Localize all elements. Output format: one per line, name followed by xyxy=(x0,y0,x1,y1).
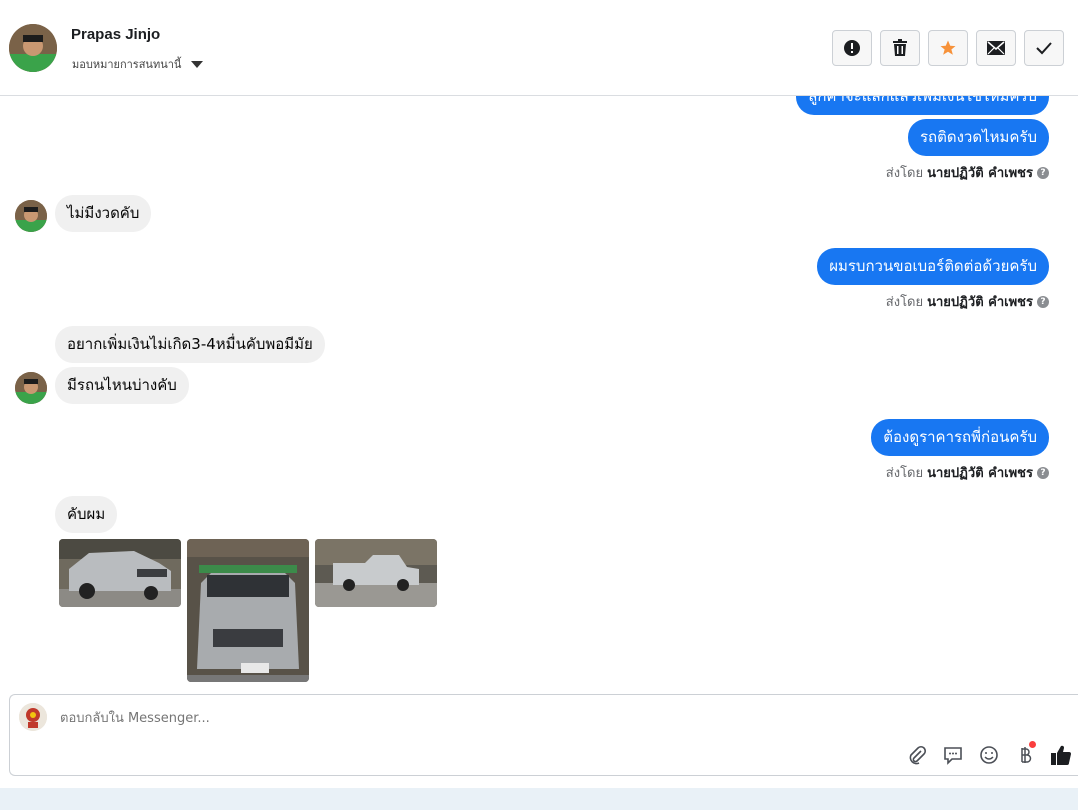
notification-dot xyxy=(1029,741,1036,748)
sender-name[interactable]: นายปฏิวัติ คำเพชร xyxy=(927,162,1033,183)
chat-bubble-icon xyxy=(944,747,962,765)
sent-by-line: ส่งโดย นายปฏิวัติ คำเพชร ? xyxy=(886,291,1049,312)
header-actions xyxy=(832,30,1064,66)
thumbs-up-icon xyxy=(1051,745,1071,765)
question-icon[interactable]: ? xyxy=(1037,466,1049,479)
page-avatar xyxy=(19,703,47,731)
attachment-icon xyxy=(909,745,927,765)
message-outgoing: ผมรบกวนขอเบอร์ติดต่อด้วยครับ xyxy=(817,248,1049,285)
sent-by-label: ส่งโดย xyxy=(885,295,924,310)
attached-photo[interactable] xyxy=(187,539,309,682)
payment-button[interactable] xyxy=(1013,741,1037,767)
like-button[interactable] xyxy=(1049,743,1073,767)
sent-by-label: ส่งโดย xyxy=(885,466,924,481)
message-incoming: อยากเพิ่มเงินไม่เกิด3-4หมื่นคับพอมีมัย xyxy=(55,326,325,363)
message-outgoing: รถติดงวดไหมครับ xyxy=(907,119,1049,156)
message-incoming: มีรถนไหนบ่างคับ xyxy=(55,367,189,404)
check-icon xyxy=(1036,42,1052,55)
baht-icon xyxy=(1021,747,1032,763)
message-incoming: คับผม xyxy=(55,496,118,533)
sent-by-label: ส่งโดย xyxy=(885,166,924,181)
message-outgoing: ลูกค้าจะแลกแล้วเพิ่มเงินใช่ไหมครับ xyxy=(796,96,1049,115)
sent-by-line: ส่งโดย นายปฏิวัติ คำเพชร ? xyxy=(886,162,1049,183)
spam-button[interactable] xyxy=(832,30,872,66)
sent-by-line: ส่งโดย นายปฏิวัติ คำเพชร ? xyxy=(886,462,1049,483)
composer-tools xyxy=(905,741,1073,767)
alert-icon xyxy=(844,40,860,56)
attached-photo[interactable] xyxy=(59,539,181,607)
attached-photo[interactable] xyxy=(315,539,437,607)
assign-label: มอบหมายการสนทนานี้ xyxy=(72,58,182,71)
trash-icon xyxy=(893,39,907,56)
delete-button[interactable] xyxy=(880,30,920,66)
contact-avatar[interactable] xyxy=(9,24,57,72)
conversation-header: Prapas Jinjo มอบหมายการสนทนานี้ xyxy=(0,0,1078,96)
emoji-icon xyxy=(980,746,998,764)
star-icon xyxy=(940,40,956,55)
contact-name[interactable]: Prapas Jinjo xyxy=(71,26,160,43)
contact-avatar-small xyxy=(15,372,47,404)
question-icon[interactable]: ? xyxy=(1037,166,1049,179)
done-button[interactable] xyxy=(1024,30,1064,66)
emoji-button[interactable] xyxy=(977,743,1001,767)
message-thread[interactable]: ลูกค้าจะแลกแล้วเพิ่มเงินใช่ไหมครับ รถติด… xyxy=(0,96,1078,686)
sender-name[interactable]: นายปฏิวัติ คำเพชร xyxy=(927,291,1033,312)
assign-conversation-dropdown[interactable]: มอบหมายการสนทนานี้ xyxy=(72,55,204,73)
message-outgoing: ต้องดูราคารถพี่ก่อนครับ xyxy=(871,419,1049,456)
caret-down-icon xyxy=(191,60,204,68)
reply-input[interactable] xyxy=(58,710,762,727)
envelope-icon xyxy=(987,41,1005,55)
question-icon[interactable]: ? xyxy=(1037,295,1049,308)
attachment-button[interactable] xyxy=(905,743,929,767)
contact-avatar-small xyxy=(15,200,47,232)
page-footer xyxy=(0,788,1078,810)
reply-composer xyxy=(9,694,1078,776)
message-incoming: ไม่มีงวดคับ xyxy=(55,195,152,232)
star-button[interactable] xyxy=(928,30,968,66)
mark-unread-button[interactable] xyxy=(976,30,1016,66)
sender-name[interactable]: นายปฏิวัติ คำเพชร xyxy=(927,462,1033,483)
saved-replies-button[interactable] xyxy=(941,743,965,767)
